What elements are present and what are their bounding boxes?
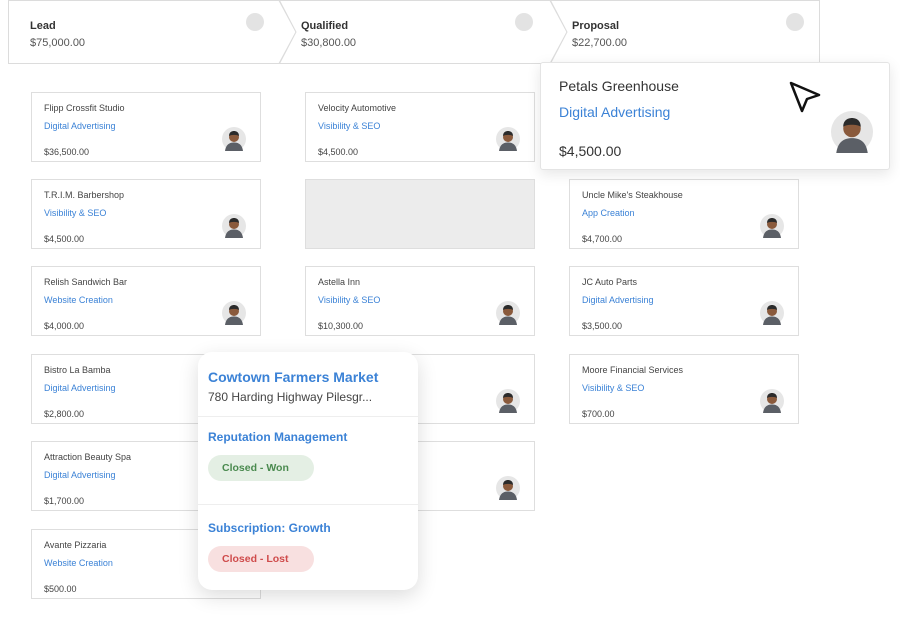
avatar <box>222 127 246 151</box>
deal-card[interactable]: Velocity Automotive Visibility & SEO $4,… <box>305 92 535 162</box>
divider <box>198 416 418 417</box>
stage-amount: $75,000.00 <box>30 37 86 49</box>
deal-service[interactable]: Subscription: Growth <box>208 521 331 535</box>
deal-name: Moore Financial Services <box>582 365 684 375</box>
account-detail-popup: Cowtown Farmers Market 780 Harding Highw… <box>198 352 418 590</box>
deal-name: Avante Pizzaria <box>44 540 107 550</box>
deal-name: JC Auto Parts <box>582 277 638 287</box>
account-name[interactable]: Cowtown Farmers Market <box>208 369 378 385</box>
avatar <box>760 301 784 325</box>
stage-status-dot <box>515 13 533 31</box>
status-badge-lost: Closed - Lost <box>208 546 314 572</box>
deal-amount: $500.00 <box>44 584 77 594</box>
drop-placeholder <box>305 179 535 249</box>
deal-card[interactable]: Flipp Crossfit Studio Digital Advertisin… <box>31 92 261 162</box>
deal-service[interactable]: Digital Advertising <box>44 121 116 131</box>
status-badge-won: Closed - Won <box>208 455 314 481</box>
stage-chevron-shape <box>550 0 820 64</box>
avatar <box>760 389 784 413</box>
deal-card[interactable]: Moore Financial Services Visibility & SE… <box>569 354 799 424</box>
deal-service[interactable]: App Creation <box>582 208 635 218</box>
account-address: 780 Harding Highway Pilesgr... <box>208 390 373 404</box>
stage-title: Lead <box>30 20 56 32</box>
stage-status-dot <box>786 13 804 31</box>
stage-status-dot <box>246 13 264 31</box>
avatar <box>496 301 520 325</box>
deal-name: Astella Inn <box>318 277 361 287</box>
pipeline-stages: Lead $75,000.00 Qualified $30,800.00 Pro… <box>8 0 820 64</box>
avatar <box>496 476 520 500</box>
deal-name: Flipp Crossfit Studio <box>44 103 125 113</box>
deal-service[interactable]: Visibility & SEO <box>318 295 380 305</box>
deal-amount: $3,500.00 <box>582 321 623 331</box>
avatar <box>496 389 520 413</box>
deal-name: T.R.I.M. Barbershop <box>44 190 125 200</box>
deal-amount: $4,500.00 <box>559 143 622 159</box>
deal-name: Bistro La Bamba <box>44 365 111 375</box>
avatar <box>760 214 784 238</box>
deal-amount: $1,700.00 <box>44 496 85 506</box>
stage-lead[interactable]: Lead $75,000.00 <box>8 0 298 64</box>
deal-amount: $4,500.00 <box>318 147 359 157</box>
deal-card[interactable]: Astella Inn Visibility & SEO $10,300.00 <box>305 266 535 336</box>
mouse-cursor-icon <box>789 81 821 113</box>
deal-card[interactable]: JC Auto Parts Digital Advertising $3,500… <box>569 266 799 336</box>
deal-service[interactable]: Visibility & SEO <box>318 121 380 131</box>
deal-service[interactable]: Visibility & SEO <box>44 208 106 218</box>
deal-service[interactable]: Digital Advertising <box>559 104 670 120</box>
deal-amount: $36,500.00 <box>44 147 90 157</box>
deal-service[interactable]: Digital Advertising <box>44 470 116 480</box>
avatar <box>831 111 873 153</box>
stage-qualified[interactable]: Qualified $30,800.00 <box>279 0 569 64</box>
deal-service[interactable]: Website Creation <box>44 558 113 568</box>
deal-name: Relish Sandwich Bar <box>44 277 128 287</box>
deal-amount: $700.00 <box>582 409 615 419</box>
deal-card[interactable]: Uncle Mike's Steakhouse App Creation $4,… <box>569 179 799 249</box>
avatar <box>222 214 246 238</box>
stage-chevron-shape <box>8 0 297 64</box>
deal-name: Velocity Automotive <box>318 103 397 113</box>
deal-name: Petals Greenhouse <box>559 78 679 94</box>
deal-name: Uncle Mike's Steakhouse <box>582 190 683 200</box>
dragged-deal-card[interactable]: Petals Greenhouse Digital Advertising $4… <box>540 62 890 170</box>
stage-title: Qualified <box>301 20 349 32</box>
stage-amount: $30,800.00 <box>301 37 357 49</box>
deal-amount: $2,800.00 <box>44 409 85 419</box>
deal-card[interactable]: T.R.I.M. Barbershop Visibility & SEO $4,… <box>31 179 261 249</box>
stage-amount: $22,700.00 <box>572 37 628 49</box>
deal-service[interactable]: Reputation Management <box>208 430 347 444</box>
stage-chevron-shape <box>279 0 568 64</box>
deal-amount: $4,500.00 <box>44 234 85 244</box>
deal-service[interactable]: Visibility & SEO <box>582 383 644 393</box>
deal-amount: $4,700.00 <box>582 234 623 244</box>
deal-amount: $10,300.00 <box>318 321 364 331</box>
deal-service[interactable]: Website Creation <box>44 295 113 305</box>
avatar <box>222 301 246 325</box>
divider <box>198 504 418 505</box>
avatar <box>496 127 520 151</box>
deal-card[interactable]: Relish Sandwich Bar Website Creation $4,… <box>31 266 261 336</box>
stage-proposal[interactable]: Proposal $22,700.00 <box>550 0 820 64</box>
deal-amount: $4,000.00 <box>44 321 85 331</box>
deal-service[interactable]: Digital Advertising <box>582 295 654 305</box>
deal-name: Attraction Beauty Spa <box>44 452 132 462</box>
stage-title: Proposal <box>572 20 620 32</box>
deal-service[interactable]: Digital Advertising <box>44 383 116 393</box>
